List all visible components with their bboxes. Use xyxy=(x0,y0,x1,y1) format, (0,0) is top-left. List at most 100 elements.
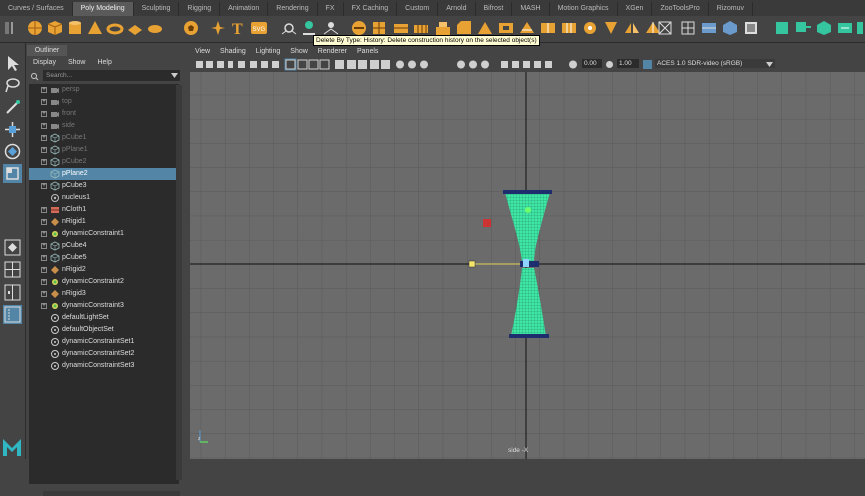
shelf-tab[interactable]: Rigging xyxy=(179,2,221,16)
outliner-item[interactable]: + dynamicConstraint1 xyxy=(29,228,177,240)
expand-icon[interactable]: + xyxy=(41,291,47,297)
outliner-scrollbar[interactable] xyxy=(176,85,182,480)
shelf-tab[interactable]: MASH xyxy=(512,2,550,16)
outliner-item[interactable]: + persp xyxy=(29,84,177,96)
shelf-tab[interactable]: FX xyxy=(318,2,344,16)
outliner-item[interactable]: + pCube2 xyxy=(29,156,177,168)
outliner-item[interactable]: + nRigid2 xyxy=(29,264,177,276)
four-pane-layout-icon[interactable] xyxy=(3,260,22,279)
shelf-tab[interactable]: XGen xyxy=(618,2,653,16)
move-tool-icon[interactable] xyxy=(3,120,22,139)
shelf-tab[interactable]: Arnold xyxy=(438,2,476,16)
gamma-icon[interactable] xyxy=(605,60,614,69)
search-icon[interactable] xyxy=(30,72,39,81)
shelf-menu-icon[interactable] xyxy=(3,19,21,37)
planar-map-icon[interactable] xyxy=(700,19,718,37)
expand-icon[interactable]: + xyxy=(41,219,47,225)
paint-select-tool-icon[interactable] xyxy=(3,98,22,117)
view-menu-item[interactable]: Renderer xyxy=(313,46,352,57)
automatic-map-icon[interactable] xyxy=(721,19,739,37)
outliner-menu-item[interactable]: Help xyxy=(91,57,117,69)
shelf-tab[interactable]: Custom xyxy=(397,2,439,16)
outliner-item[interactable]: defaultObjectSet xyxy=(29,324,177,336)
outliner-item[interactable]: + pCube1 xyxy=(29,132,177,144)
rizom-box-icon[interactable] xyxy=(773,19,791,37)
outliner-item[interactable]: dynamicConstraintSet2 xyxy=(29,348,177,360)
gamma-field[interactable]: 1.00 xyxy=(617,59,639,68)
outliner-item[interactable]: pPlane2 xyxy=(29,168,177,180)
shelf-tab[interactable]: Sculpting xyxy=(134,2,180,16)
cylinder-map-icon[interactable] xyxy=(742,19,760,37)
outliner-item[interactable]: + front xyxy=(29,108,177,120)
expand-icon[interactable]: + xyxy=(41,267,47,273)
quadrangulate-icon[interactable] xyxy=(656,19,674,37)
outliner-item[interactable]: + nRigid3 xyxy=(29,288,177,300)
expand-icon[interactable]: + xyxy=(41,147,47,153)
shelf-tab[interactable]: Animation xyxy=(220,2,269,16)
outliner-item[interactable]: defaultLightSet xyxy=(29,312,177,324)
svg-tool-icon[interactable]: SVG xyxy=(250,19,268,37)
outliner-item[interactable]: nucleus1 xyxy=(29,192,177,204)
expand-icon[interactable]: + xyxy=(41,183,47,189)
outliner-menu-item[interactable]: Show xyxy=(62,57,92,69)
expand-icon[interactable]: + xyxy=(41,159,47,165)
insert-edge-loop-icon[interactable] xyxy=(539,19,557,37)
sweep-mesh-icon[interactable] xyxy=(209,19,227,37)
color-space-dropdown[interactable]: ACES 1.0 SDR-video (sRGB) xyxy=(655,59,775,68)
outliner-item[interactable]: + pCube4 xyxy=(29,240,177,252)
viewport-toolbar-icons[interactable] xyxy=(190,58,580,71)
poly-plane-icon[interactable] xyxy=(126,19,144,37)
expand-icon[interactable]: + xyxy=(41,207,47,213)
pivot-icon[interactable] xyxy=(280,19,298,37)
view-menu-item[interactable]: Show xyxy=(285,46,313,57)
expand-icon[interactable]: + xyxy=(41,111,47,117)
expand-icon[interactable]: + xyxy=(41,303,47,309)
outliner-horizontal-scrollbar[interactable] xyxy=(43,491,180,496)
outliner-menu-item[interactable]: Display xyxy=(27,57,62,69)
shelf-tab[interactable]: Poly Modeling xyxy=(72,2,134,16)
view-menu-item[interactable]: Panels xyxy=(352,46,383,57)
poly-torus-icon[interactable] xyxy=(106,19,124,37)
expand-icon[interactable]: + xyxy=(41,87,47,93)
viewport[interactable]: z xyxy=(190,72,865,459)
lasso-tool-icon[interactable] xyxy=(3,76,22,95)
type-tool-icon[interactable]: T xyxy=(229,19,247,37)
rizom-sync-icon[interactable] xyxy=(836,19,854,37)
expand-icon[interactable]: + xyxy=(41,99,47,105)
view-menu-item[interactable]: Lighting xyxy=(251,46,286,57)
outliner-item[interactable]: + dynamicConstraint3 xyxy=(29,300,177,312)
collapse-icon[interactable] xyxy=(602,19,620,37)
expand-icon[interactable]: + xyxy=(41,123,47,129)
poly-sphere-icon[interactable] xyxy=(26,19,44,37)
color-management-icon[interactable] xyxy=(642,59,653,70)
poly-cube-icon[interactable] xyxy=(46,19,64,37)
red-locator[interactable] xyxy=(483,219,491,227)
shelf-tab[interactable]: Bifrost xyxy=(476,2,513,16)
exposure-field[interactable]: 0.00 xyxy=(582,59,602,68)
rizom-send-icon[interactable] xyxy=(794,19,812,37)
outliner-item[interactable]: + nCloth1 xyxy=(29,204,177,216)
view-menu-item[interactable]: View xyxy=(190,46,215,57)
rizom-cube-icon[interactable] xyxy=(815,19,833,37)
shelf-tab[interactable]: ZooToolsPro xyxy=(652,2,709,16)
shelf-tab[interactable]: Rendering xyxy=(268,2,318,16)
shelf-tab[interactable]: Curves / Surfaces xyxy=(0,2,73,16)
search-input[interactable]: Search... xyxy=(43,70,180,81)
poly-cylinder-icon[interactable] xyxy=(66,19,84,37)
soccer-ball-icon[interactable] xyxy=(182,19,200,37)
outliner-item[interactable]: dynamicConstraintSet1 xyxy=(29,336,177,348)
outliner-item[interactable]: dynamicConstraintSet3 xyxy=(29,360,177,372)
poly-cone-icon[interactable] xyxy=(86,19,104,37)
outliner-item[interactable]: + top xyxy=(29,96,177,108)
offset-edge-icon[interactable] xyxy=(560,19,578,37)
outliner-item[interactable]: + pCube3 xyxy=(29,180,177,192)
scene-canvas[interactable]: z xyxy=(190,72,865,459)
shelf-scroll-icon[interactable] xyxy=(855,19,865,37)
chevron-down-icon[interactable] xyxy=(171,73,178,78)
expand-icon[interactable]: + xyxy=(41,243,47,249)
outliner-item[interactable]: + side xyxy=(29,120,177,132)
uv-editor-icon[interactable] xyxy=(679,19,697,37)
outliner-item[interactable]: + nRigid1 xyxy=(29,216,177,228)
poly-disc-icon[interactable] xyxy=(146,19,164,37)
expand-icon[interactable]: + xyxy=(41,135,47,141)
